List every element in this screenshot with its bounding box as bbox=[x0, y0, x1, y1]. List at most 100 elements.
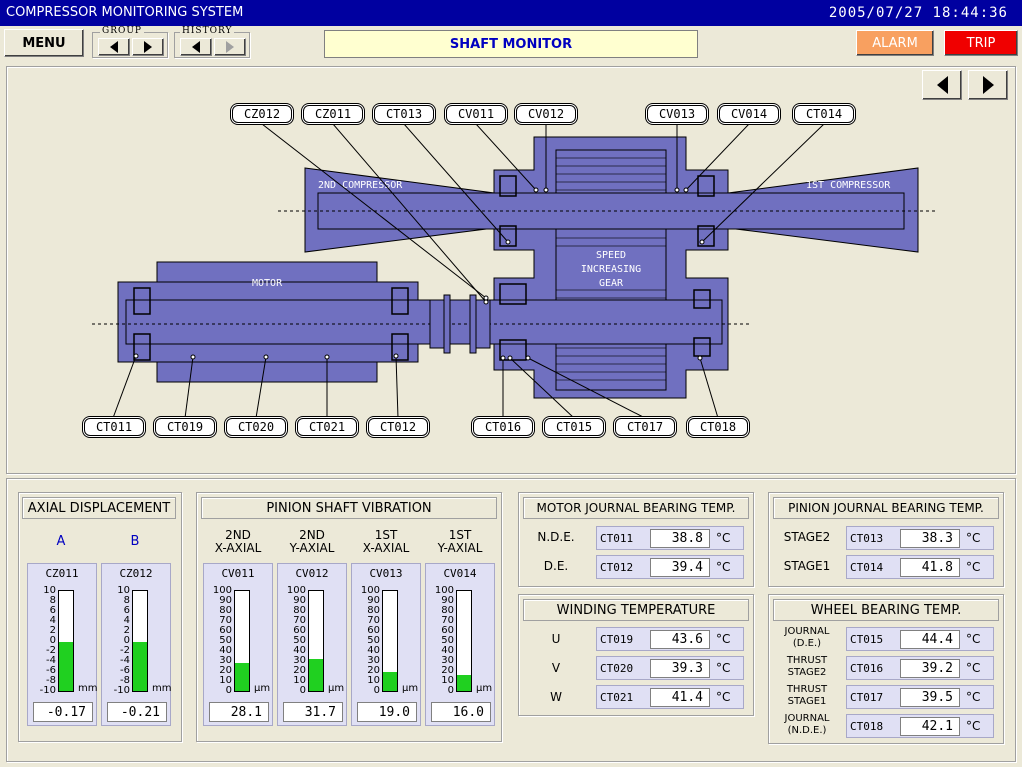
tag-cv012[interactable]: CV012 bbox=[516, 105, 576, 123]
first-compressor-label: 1ST COMPRESSOR bbox=[806, 180, 891, 191]
gauge-tag: CV012 bbox=[295, 567, 329, 580]
gauge-tag: CV014 bbox=[443, 567, 477, 580]
row-label: N.D.E. bbox=[537, 530, 575, 544]
gauge-fill bbox=[383, 672, 397, 691]
tag-ct018[interactable]: CT018 bbox=[688, 418, 748, 436]
gauge-bar bbox=[58, 590, 74, 692]
machine-diagram: 2ND COMPRESSOR 1ST COMPRESSOR MOTOR SPEE… bbox=[92, 123, 938, 419]
row-unit: °C bbox=[966, 661, 981, 675]
gauge-value: 28.1 bbox=[209, 702, 269, 722]
gauge-fill bbox=[235, 662, 249, 691]
row-unit: °C bbox=[716, 661, 731, 675]
row-unit: °C bbox=[966, 560, 981, 574]
tag-ct015[interactable]: CT015 bbox=[544, 418, 604, 436]
gauge-unit: μm bbox=[328, 683, 345, 694]
gauge-scale: 10 8 6 4 2 0 -2 -4 -6 -8 -10 bbox=[39, 585, 56, 696]
gauge-scale: 100 90 80 70 60 50 40 30 20 10 0 bbox=[286, 585, 306, 696]
axial-label-b: B bbox=[130, 534, 140, 549]
gauge-scale: 10 8 6 4 2 0 -2 -4 -6 -8 -10 bbox=[113, 585, 130, 696]
tag-ct017[interactable]: CT017 bbox=[615, 418, 675, 436]
row-unit: °C bbox=[966, 690, 981, 704]
row-tag: CT019 bbox=[600, 632, 634, 646]
gear-label-3: GEAR bbox=[599, 278, 624, 289]
vib-label-2: 1ST X-AXIAL bbox=[362, 528, 410, 555]
tag-ct021[interactable]: CT021 bbox=[297, 418, 357, 436]
tag-cv014[interactable]: CV014 bbox=[719, 105, 779, 123]
row-unit: °C bbox=[966, 719, 981, 733]
row-label: V bbox=[551, 661, 561, 675]
row-value: 38.3 bbox=[900, 529, 960, 548]
gauge-bar bbox=[456, 590, 472, 692]
gear-label-2: INCREASING bbox=[581, 264, 641, 275]
vib-label-1: 2ND Y-AXIAL bbox=[289, 528, 335, 555]
tag-cv013[interactable]: CV013 bbox=[647, 105, 707, 123]
motor-bearing-title: MOTOR JOURNAL BEARING TEMP. bbox=[523, 497, 749, 519]
second-compressor-label: 2ND COMPRESSOR bbox=[318, 180, 403, 191]
gauge-unit: μm bbox=[476, 683, 493, 694]
row-tag: CT018 bbox=[850, 719, 884, 733]
motor-label: MOTOR bbox=[252, 278, 283, 289]
row-value: 39.3 bbox=[650, 659, 710, 678]
vib-gauge-cv012: CV012 100 90 80 70 60 50 40 30 20 10 0 μm 31.7 bbox=[277, 563, 347, 726]
row-label: W bbox=[550, 690, 562, 704]
row-label: JOURNAL (N.D.E.) bbox=[784, 713, 830, 736]
axial-gauge-a: CZ011 10 8 6 4 2 0 -2 -4 -6 -8 -10 mm -0.17 bbox=[27, 563, 97, 726]
row-tag: CT016 bbox=[850, 661, 884, 675]
tag-ct012[interactable]: CT012 bbox=[368, 418, 428, 436]
vib-label-0: 2ND X-AXIAL bbox=[214, 528, 262, 555]
row-value: 41.8 bbox=[900, 558, 960, 577]
gauge-fill bbox=[59, 641, 73, 691]
row-tag: CT020 bbox=[600, 661, 634, 675]
tag-ct013[interactable]: CT013 bbox=[374, 105, 434, 123]
gauge-bar bbox=[308, 590, 324, 692]
gauge-fill bbox=[133, 642, 147, 691]
gauge-scale: 100 90 80 70 60 50 40 30 20 10 0 bbox=[360, 585, 380, 696]
vib-gauge-cv014: CV014 100 90 80 70 60 50 40 30 20 10 0 μm 16.0 bbox=[425, 563, 495, 726]
gauge-bar bbox=[234, 590, 250, 692]
row-label: STAGE1 bbox=[783, 559, 831, 573]
vib-gauge-cv011: CV011 100 90 80 70 60 50 40 30 20 10 0 μm 28.1 bbox=[203, 563, 273, 726]
gauge-value: -0.21 bbox=[107, 702, 167, 722]
row-label: JOURNAL (D.E.) bbox=[784, 626, 830, 649]
row-tag: CT015 bbox=[850, 632, 884, 646]
gear-label-1: SPEED bbox=[596, 250, 626, 261]
row-unit: °C bbox=[716, 560, 731, 574]
row-value: 38.8 bbox=[650, 529, 710, 548]
row-label: STAGE2 bbox=[783, 530, 831, 544]
row-label: D.E. bbox=[543, 559, 569, 573]
tag-cz011[interactable]: CZ011 bbox=[303, 105, 363, 123]
row-label: U bbox=[551, 632, 561, 646]
row-unit: °C bbox=[716, 632, 731, 646]
tag-ct019[interactable]: CT019 bbox=[155, 418, 215, 436]
tag-ct011[interactable]: CT011 bbox=[84, 418, 144, 436]
tag-ct014[interactable]: CT014 bbox=[794, 105, 854, 123]
gauge-tag: CZ011 bbox=[45, 567, 79, 580]
gauge-value: 31.7 bbox=[283, 702, 343, 722]
vib-gauge-cv013: CV013 100 90 80 70 60 50 40 30 20 10 0 μm 19.0 bbox=[351, 563, 421, 726]
row-unit: °C bbox=[966, 531, 981, 545]
gauge-unit: μm bbox=[254, 683, 271, 694]
gauge-value: 19.0 bbox=[357, 702, 417, 722]
gauge-scale: 100 90 80 70 60 50 40 30 20 10 0 bbox=[212, 585, 232, 696]
row-unit: °C bbox=[716, 690, 731, 704]
axial-gauge-b: CZ012 10 8 6 4 2 0 -2 -4 -6 -8 -10 mm -0.21 bbox=[101, 563, 171, 726]
row-tag: CT013 bbox=[850, 531, 884, 545]
tag-cv011[interactable]: CV011 bbox=[446, 105, 506, 123]
tag-ct016[interactable]: CT016 bbox=[473, 418, 533, 436]
wheel-bearing-title: WHEEL BEARING TEMP. bbox=[773, 599, 999, 621]
tag-ct020[interactable]: CT020 bbox=[226, 418, 286, 436]
gauge-fill bbox=[309, 659, 323, 691]
tag-cz012[interactable]: CZ012 bbox=[232, 105, 292, 123]
row-tag: CT021 bbox=[600, 690, 634, 704]
gauge-value: 16.0 bbox=[431, 702, 491, 722]
gauge-unit: mm bbox=[78, 683, 98, 694]
vibration-title: PINION SHAFT VIBRATION bbox=[201, 497, 497, 519]
row-value: 39.4 bbox=[650, 558, 710, 577]
vib-label-3: 1ST Y-AXIAL bbox=[437, 528, 483, 555]
row-label: THRUST STAGE2 bbox=[786, 655, 828, 678]
row-value: 39.5 bbox=[900, 688, 960, 707]
row-value: 42.1 bbox=[900, 717, 960, 736]
row-tag: CT014 bbox=[850, 560, 884, 574]
gauge-tag: CV013 bbox=[369, 567, 403, 580]
winding-title: WINDING TEMPERATURE bbox=[523, 599, 749, 621]
